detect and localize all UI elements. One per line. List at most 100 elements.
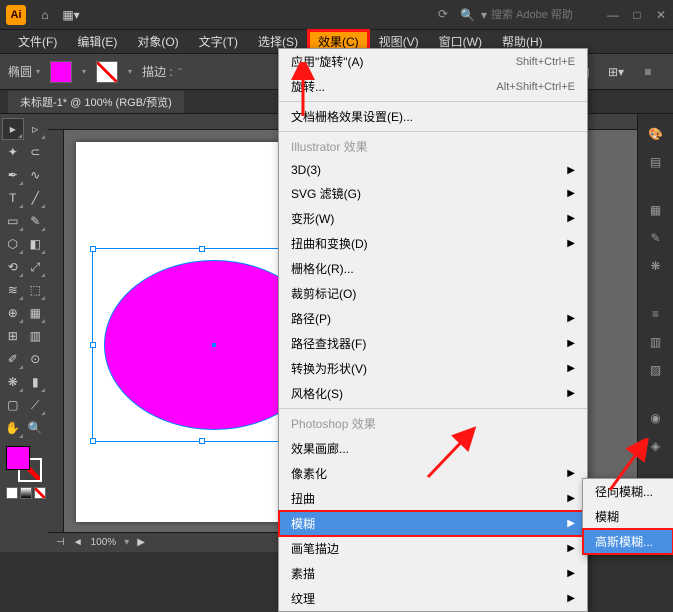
direct-selection-tool[interactable]: ▹ [25, 118, 46, 140]
menu-3d[interactable]: 3D(3)▶ [279, 159, 587, 181]
menu-texture[interactable]: 纹理▶ [279, 586, 587, 611]
menu-header-illustrator-fx: Illustrator 效果 [279, 134, 587, 159]
shape-builder-tool[interactable]: ⊕ [2, 302, 24, 324]
eyedropper-tool[interactable]: ✐ [2, 348, 24, 370]
shaper-tool[interactable]: ⬡ [2, 233, 24, 255]
slice-tool[interactable]: ⟋ [25, 394, 47, 416]
menu-distort-ps[interactable]: 扭曲▶ [279, 486, 587, 511]
nav-first-icon[interactable]: ⊣ [56, 537, 65, 548]
fill-color-box[interactable] [6, 446, 30, 470]
width-tool[interactable]: ≋ [2, 279, 24, 301]
menu-distort-transform[interactable]: 扭曲和变换(D)▶ [279, 231, 587, 256]
stroke-dropdown-icon[interactable]: ▾ [128, 67, 132, 76]
color-mode-icon[interactable] [6, 487, 18, 499]
ruler-vertical [48, 130, 64, 532]
selection-tool[interactable]: ▸ [2, 118, 24, 140]
blur-submenu: 径向模糊... 模糊 高斯模糊... [582, 478, 673, 555]
search-input[interactable] [491, 9, 591, 21]
menu-pathfinder[interactable]: 路径查找器(F)▶ [279, 331, 587, 356]
document-tab[interactable]: 未标题-1* @ 100% (RGB/预览) [8, 91, 184, 113]
nav-marker-icon: ▶ [137, 537, 145, 548]
rotate-tool[interactable]: ⟲ [2, 256, 24, 278]
transparency-panel-icon[interactable]: ▨ [642, 358, 670, 382]
zoom-tool[interactable]: 🔍 [25, 417, 47, 439]
curvature-tool[interactable]: ∿ [25, 164, 47, 186]
mesh-tool[interactable]: ⊞ [2, 325, 24, 347]
menu-rasterize[interactable]: 栅格化(R)... [279, 256, 587, 281]
gradient-panel-icon[interactable]: ▥ [642, 330, 670, 354]
stroke-up-icon[interactable]: ⌃ [177, 67, 184, 76]
eraser-tool[interactable]: ◧ [25, 233, 47, 255]
type-tool[interactable]: T [2, 187, 24, 209]
symbols-panel-icon[interactable]: ❋ [642, 254, 670, 278]
nav-prev-icon[interactable]: ◄ [73, 537, 83, 548]
menu-convert-shape[interactable]: 转换为形状(V)▶ [279, 356, 587, 381]
fill-swatch[interactable] [50, 61, 72, 83]
menu-object[interactable]: 对象(O) [127, 30, 188, 53]
stroke-swatch[interactable] [96, 61, 118, 83]
perspective-tool[interactable]: ▦ [25, 302, 47, 324]
sync-icon[interactable]: ⟳ [438, 7, 454, 23]
artboard-tool[interactable]: ▢ [2, 394, 24, 416]
fill-dropdown-icon[interactable]: ▾ [82, 67, 86, 76]
symbol-sprayer-tool[interactable]: ❋ [2, 371, 24, 393]
search-box[interactable]: 🔍 ▾ [460, 8, 591, 22]
gradient-tool[interactable]: ▥ [25, 325, 47, 347]
brushes-panel-icon[interactable]: ✎ [642, 226, 670, 250]
menu-last-effect[interactable]: 旋转...Alt+Shift+Ctrl+E [279, 74, 587, 99]
hand-tool[interactable]: ✋ [2, 417, 24, 439]
zoom-level[interactable]: 100% [91, 537, 117, 548]
line-tool[interactable]: ╱ [25, 187, 47, 209]
menu-type[interactable]: 文字(T) [189, 30, 248, 53]
stroke-weight[interactable]: 描边 : ⌃ [142, 63, 183, 80]
submenu-gaussian-blur[interactable]: 高斯模糊... [583, 529, 673, 554]
appearance-panel-icon[interactable]: ◉ [642, 406, 670, 430]
menu-brush-strokes[interactable]: 画笔描边▶ [279, 536, 587, 561]
menu-svg-filter[interactable]: SVG 滤镜(G)▶ [279, 181, 587, 206]
stroke-panel-icon[interactable]: ≡ [642, 302, 670, 326]
lasso-tool[interactable]: ⊂ [25, 141, 47, 163]
menu-blur[interactable]: 模糊▶ [279, 511, 587, 536]
free-transform-tool[interactable]: ⬚ [25, 279, 47, 301]
gradient-mode-icon[interactable] [20, 487, 32, 499]
menu-apply-last[interactable]: 应用"旋转"(A)Shift+Ctrl+E [279, 49, 587, 74]
color-guide-panel-icon[interactable]: ▤ [642, 150, 670, 174]
menu-path[interactable]: 路径(P)▶ [279, 306, 587, 331]
app-logo: Ai [6, 5, 26, 25]
pen-tool[interactable]: ✒ [2, 164, 24, 186]
graphic-styles-panel-icon[interactable]: ◈ [642, 434, 670, 458]
menu-stylize[interactable]: 风格化(S)▶ [279, 381, 587, 406]
fill-stroke-box[interactable] [6, 446, 42, 482]
menu-doc-raster-settings[interactable]: 文档栅格效果设置(E)... [279, 104, 587, 129]
zoom-dropdown-icon[interactable]: ▾ [124, 537, 129, 548]
maximize-button[interactable]: □ [631, 9, 643, 21]
menu-pixelate[interactable]: 像素化▶ [279, 461, 587, 486]
menu-warp[interactable]: 变形(W)▶ [279, 206, 587, 231]
search-icon: 🔍 [460, 8, 475, 22]
magic-wand-tool[interactable]: ✦ [2, 141, 24, 163]
close-button[interactable]: ✕ [655, 9, 667, 21]
menu-crop-marks[interactable]: 裁剪标记(O) [279, 281, 587, 306]
submenu-radial-blur[interactable]: 径向模糊... [583, 479, 673, 504]
submenu-blur-hidden[interactable]: 模糊 [583, 504, 673, 529]
menu-effect-gallery[interactable]: 效果画廊... [279, 436, 587, 461]
none-mode-icon[interactable] [34, 487, 46, 499]
color-panel-icon[interactable]: 🎨 [642, 122, 670, 146]
menu-header-photoshop-fx: Photoshop 效果 [279, 411, 587, 436]
workspace-switcher[interactable]: ▦▾ [62, 6, 80, 24]
minimize-button[interactable]: — [607, 9, 619, 21]
rectangle-tool[interactable]: ▭ [2, 210, 24, 232]
panel-menu-icon[interactable]: ≡ [637, 63, 659, 81]
blend-tool[interactable]: ⊙ [25, 348, 47, 370]
home-icon[interactable]: ⌂ [36, 6, 54, 24]
transform-panel-icon[interactable]: ⊞▾ [605, 63, 627, 81]
menu-separator [279, 408, 587, 409]
menu-file[interactable]: 文件(F) [8, 30, 67, 53]
menu-sketch[interactable]: 素描▶ [279, 561, 587, 586]
menu-edit[interactable]: 编辑(E) [67, 30, 127, 53]
paintbrush-tool[interactable]: ✎ [25, 210, 47, 232]
graph-tool[interactable]: ▮ [25, 371, 47, 393]
scale-tool[interactable]: ⤢ [25, 256, 47, 278]
swatches-panel-icon[interactable]: ▦ [642, 198, 670, 222]
effect-menu-dropdown: 应用"旋转"(A)Shift+Ctrl+E 旋转...Alt+Shift+Ctr… [278, 48, 588, 612]
